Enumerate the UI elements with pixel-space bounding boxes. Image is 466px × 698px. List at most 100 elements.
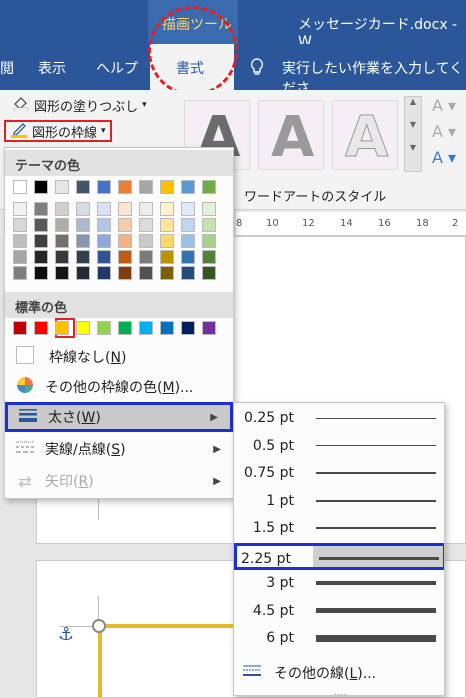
theme-shade-swatch[interactable]: [34, 234, 48, 248]
theme-shade-swatch[interactable]: [160, 250, 174, 264]
theme-shade-swatch[interactable]: [13, 250, 27, 264]
theme-shade-swatch[interactable]: [118, 218, 132, 232]
wordart-style-2[interactable]: A: [258, 100, 324, 170]
scroll-down-icon[interactable]: ▼: [405, 120, 421, 129]
shape-fill-button[interactable]: 図形の塗りつぶし ▾: [8, 94, 151, 116]
more-lines-item[interactable]: その他の線(L)...: [234, 657, 444, 687]
no-outline-item[interactable]: 枠線なし(N): [5, 342, 233, 372]
theme-shade-swatch[interactable]: [55, 250, 69, 264]
standard-color-swatch[interactable]: [202, 321, 216, 335]
theme-shade-swatch[interactable]: [118, 202, 132, 216]
more-styles-icon[interactable]: ▼: [405, 143, 421, 152]
standard-color-swatch[interactable]: [34, 321, 48, 335]
text-outline-icon[interactable]: A ▾: [432, 122, 456, 141]
theme-shade-swatch[interactable]: [181, 266, 195, 280]
theme-shade-swatch[interactable]: [97, 234, 111, 248]
theme-shade-swatch[interactable]: [13, 234, 27, 248]
standard-color-swatch[interactable]: [97, 321, 111, 335]
theme-shade-swatch[interactable]: [139, 202, 153, 216]
theme-shade-swatch[interactable]: [34, 250, 48, 264]
theme-shade-swatch[interactable]: [118, 250, 132, 264]
more-outline-colors-item[interactable]: その他の枠線の色(M)...: [5, 372, 233, 402]
theme-shade-swatch[interactable]: [76, 234, 90, 248]
standard-color-swatch[interactable]: [160, 321, 174, 335]
theme-shade-swatch[interactable]: [202, 250, 216, 264]
tab-help[interactable]: ヘルプ: [96, 58, 138, 78]
text-fill-icon[interactable]: A ▾: [432, 96, 456, 115]
theme-shade-swatch[interactable]: [34, 202, 48, 216]
scroll-up-icon[interactable]: ▲: [405, 97, 421, 106]
weight-option[interactable]: 6 pt: [234, 625, 444, 652]
theme-shade-swatch[interactable]: [160, 266, 174, 280]
standard-color-swatch[interactable]: [181, 321, 195, 335]
theme-shade-swatch[interactable]: [13, 218, 27, 232]
theme-shade-swatch[interactable]: [139, 250, 153, 264]
weight-option[interactable]: 0.5 pt: [234, 433, 444, 460]
theme-shade-swatch[interactable]: [76, 202, 90, 216]
resize-grip[interactable]: ....: [334, 687, 347, 698]
text-effects-icon[interactable]: A ▾: [432, 148, 456, 167]
weight-option[interactable]: 0.25 pt: [234, 405, 444, 432]
theme-shade-swatch[interactable]: [34, 266, 48, 280]
theme-color-swatch[interactable]: [13, 180, 27, 194]
theme-shade-swatch[interactable]: [118, 266, 132, 280]
standard-color-swatch[interactable]: [139, 321, 153, 335]
theme-shade-swatch[interactable]: [181, 250, 195, 264]
theme-shade-swatch[interactable]: [97, 218, 111, 232]
theme-color-swatch[interactable]: [118, 180, 132, 194]
theme-shade-swatch[interactable]: [202, 234, 216, 248]
theme-color-swatch[interactable]: [139, 180, 153, 194]
theme-shade-swatch[interactable]: [55, 202, 69, 216]
dashes-item[interactable]: 実線/点線(S) ▶: [5, 434, 233, 464]
theme-shade-swatch[interactable]: [139, 234, 153, 248]
theme-shade-swatch[interactable]: [55, 218, 69, 232]
theme-shade-swatch[interactable]: [202, 266, 216, 280]
theme-shade-swatch[interactable]: [160, 234, 174, 248]
theme-shade-swatch[interactable]: [97, 266, 111, 280]
theme-shade-swatch[interactable]: [55, 234, 69, 248]
theme-shade-swatch[interactable]: [76, 250, 90, 264]
standard-color-swatch[interactable]: [76, 321, 90, 335]
theme-shade-swatch[interactable]: [55, 266, 69, 280]
weight-option[interactable]: 1 pt: [234, 488, 444, 515]
theme-shade-swatch[interactable]: [181, 202, 195, 216]
theme-shade-swatch[interactable]: [139, 266, 153, 280]
theme-shade-swatch[interactable]: [13, 202, 27, 216]
theme-shade-swatch[interactable]: [97, 250, 111, 264]
theme-color-swatch[interactable]: [97, 180, 111, 194]
theme-shade-swatch[interactable]: [76, 266, 90, 280]
theme-shade-swatch[interactable]: [139, 218, 153, 232]
shape-outline-left[interactable]: [98, 626, 102, 698]
shape-resize-handle[interactable]: [92, 619, 106, 633]
weight-option[interactable]: 4.5 pt: [234, 598, 444, 625]
theme-shade-swatch[interactable]: [97, 202, 111, 216]
theme-shade-swatch[interactable]: [181, 218, 195, 232]
theme-shade-swatch[interactable]: [202, 218, 216, 232]
theme-shade-swatch[interactable]: [118, 234, 132, 248]
shape-outline-top[interactable]: [98, 624, 238, 628]
theme-color-swatch[interactable]: [55, 180, 69, 194]
shape-outline-button[interactable]: 図形の枠線 ▾: [4, 120, 112, 142]
theme-color-swatch[interactable]: [202, 180, 216, 194]
theme-shade-swatch[interactable]: [34, 218, 48, 232]
tab-view[interactable]: 表示: [38, 58, 66, 78]
wordart-gallery-scroll[interactable]: ▲ ▼ ▼: [404, 96, 422, 172]
standard-color-swatch[interactable]: [118, 321, 132, 335]
theme-shade-swatch[interactable]: [160, 218, 174, 232]
theme-color-swatch[interactable]: [160, 180, 174, 194]
theme-shade-swatch[interactable]: [181, 234, 195, 248]
theme-color-swatch[interactable]: [76, 180, 90, 194]
arrows-item[interactable]: ⇄ 矢印(R) ▶: [5, 466, 233, 496]
theme-shade-swatch[interactable]: [160, 202, 174, 216]
theme-color-swatch[interactable]: [34, 180, 48, 194]
weight-option[interactable]: 1.5 pt: [234, 515, 444, 542]
theme-shade-swatch[interactable]: [13, 266, 27, 280]
theme-shade-swatch[interactable]: [76, 218, 90, 232]
weight-item[interactable]: 太さ(W) ▶: [5, 402, 233, 432]
standard-color-swatch[interactable]: [55, 321, 69, 335]
weight-option[interactable]: 3 pt: [234, 570, 444, 597]
weight-option[interactable]: 2.25 pt: [234, 542, 444, 570]
standard-color-swatch[interactable]: [13, 321, 27, 335]
theme-shade-swatch[interactable]: [202, 202, 216, 216]
tab-review-partial[interactable]: 閲: [0, 58, 14, 78]
